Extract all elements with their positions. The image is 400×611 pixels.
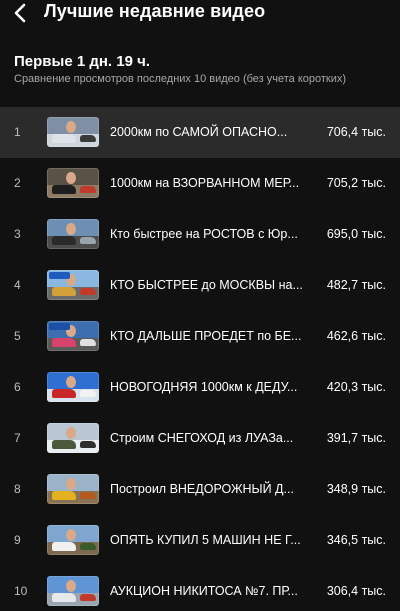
thumbnail-border	[47, 321, 99, 351]
video-rank: 5	[14, 329, 21, 343]
video-row[interactable]: 8 Построил ВНЕДОРОЖНЫЙ Д... 348,9 тыс.	[0, 464, 400, 515]
thumbnail-border	[47, 525, 99, 555]
video-thumbnail[interactable]	[47, 117, 99, 147]
thumbnail-border	[47, 168, 99, 198]
video-views: 705,2 тыс.	[326, 176, 386, 190]
video-title[interactable]: 1000км на ВЗОРВАННОМ МЕР...	[110, 158, 306, 209]
video-rank: 9	[14, 533, 21, 547]
video-views: 306,4 тыс.	[326, 584, 386, 598]
video-title[interactable]: Кто быстрее на РОСТОВ с Юр...	[110, 209, 306, 260]
video-thumbnail[interactable]	[47, 423, 99, 453]
video-row[interactable]: 2 1000км на ВЗОРВАННОМ МЕР... 705,2 тыс.	[0, 158, 400, 209]
video-row[interactable]: 3 Кто быстрее на РОСТОВ с Юр... 695,0 тыс.	[0, 209, 400, 260]
video-row[interactable]: 7 Строим СНЕГОХОД из ЛУАЗа... 391,7 тыс.	[0, 413, 400, 464]
thumbnail-border	[47, 219, 99, 249]
video-rank: 7	[14, 431, 21, 445]
thumbnail-border	[47, 270, 99, 300]
video-rank: 4	[14, 278, 21, 292]
video-title[interactable]: Построил ВНЕДОРОЖНЫЙ Д...	[110, 464, 306, 515]
chevron-left-icon	[14, 3, 26, 23]
video-views: 346,5 тыс.	[326, 533, 386, 547]
video-views: 348,9 тыс.	[326, 482, 386, 496]
video-row[interactable]: 4 КТО БЫСТРЕЕ до МОСКВЫ на... 482,7 тыс.	[0, 260, 400, 311]
video-rank: 2	[14, 176, 21, 190]
video-title[interactable]: ОПЯТЬ КУПИЛ 5 МАШИН НЕ Г...	[110, 515, 306, 566]
video-thumbnail[interactable]	[47, 321, 99, 351]
section-title: Первые 1 дн. 19 ч.	[14, 53, 150, 70]
video-thumbnail[interactable]	[47, 270, 99, 300]
video-row[interactable]: 9 ОПЯТЬ КУПИЛ 5 МАШИН НЕ Г... 346,5 тыс.	[0, 515, 400, 566]
video-list: 1 2000км по САМОЙ ОПАСНО... 706,4 тыс. 2 100…	[0, 107, 400, 611]
video-views: 462,6 тыс.	[326, 329, 386, 343]
video-thumbnail[interactable]	[47, 372, 99, 402]
video-title[interactable]: КТО ДАЛЬШЕ ПРОЕДЕТ по БЕ...	[110, 311, 306, 362]
thumbnail-border	[47, 372, 99, 402]
video-row[interactable]: 6 НОВОГОДНЯЯ 1000км к ДЕДУ... 420,3 тыс.	[0, 362, 400, 413]
thumbnail-border	[47, 117, 99, 147]
back-button[interactable]	[8, 1, 34, 25]
video-row[interactable]: 5 КТО ДАЛЬШЕ ПРОЕДЕТ по БЕ... 462,6 тыс.	[0, 311, 400, 362]
video-rank: 6	[14, 380, 21, 394]
top-bar: Лучшие недавние видео	[0, 0, 400, 28]
video-rank: 8	[14, 482, 21, 496]
page-title: Лучшие недавние видео	[44, 1, 266, 21]
thumbnail-border	[47, 474, 99, 504]
thumbnail-border	[47, 423, 99, 453]
video-thumbnail[interactable]	[47, 219, 99, 249]
thumbnail-border	[47, 576, 99, 606]
video-title[interactable]: Строим СНЕГОХОД из ЛУАЗа...	[110, 413, 306, 464]
video-rank: 3	[14, 227, 21, 241]
video-row[interactable]: 1 2000км по САМОЙ ОПАСНО... 706,4 тыс.	[0, 107, 400, 158]
video-title[interactable]: НОВОГОДНЯЯ 1000км к ДЕДУ...	[110, 362, 306, 413]
section-subtitle: Сравнение просмотров последних 10 видео …	[14, 73, 347, 85]
video-thumbnail[interactable]	[47, 576, 99, 606]
video-views: 391,7 тыс.	[326, 431, 386, 445]
video-title[interactable]: КТО БЫСТРЕЕ до МОСКВЫ на...	[110, 260, 306, 311]
video-row[interactable]: 10 АУКЦИОН НИКИТОСА №7. ПР... 306,4 тыс.	[0, 566, 400, 611]
video-views: 420,3 тыс.	[326, 380, 386, 394]
video-rank: 10	[14, 584, 28, 598]
video-views: 695,0 тыс.	[326, 227, 386, 241]
video-title[interactable]: АУКЦИОН НИКИТОСА №7. ПР...	[110, 566, 306, 611]
video-thumbnail[interactable]	[47, 168, 99, 198]
video-views: 706,4 тыс.	[326, 125, 386, 139]
video-rank: 1	[14, 125, 21, 139]
video-thumbnail[interactable]	[47, 474, 99, 504]
video-title[interactable]: 2000км по САМОЙ ОПАСНО...	[110, 107, 306, 158]
video-thumbnail[interactable]	[47, 525, 99, 555]
video-views: 482,7 тыс.	[326, 278, 386, 292]
